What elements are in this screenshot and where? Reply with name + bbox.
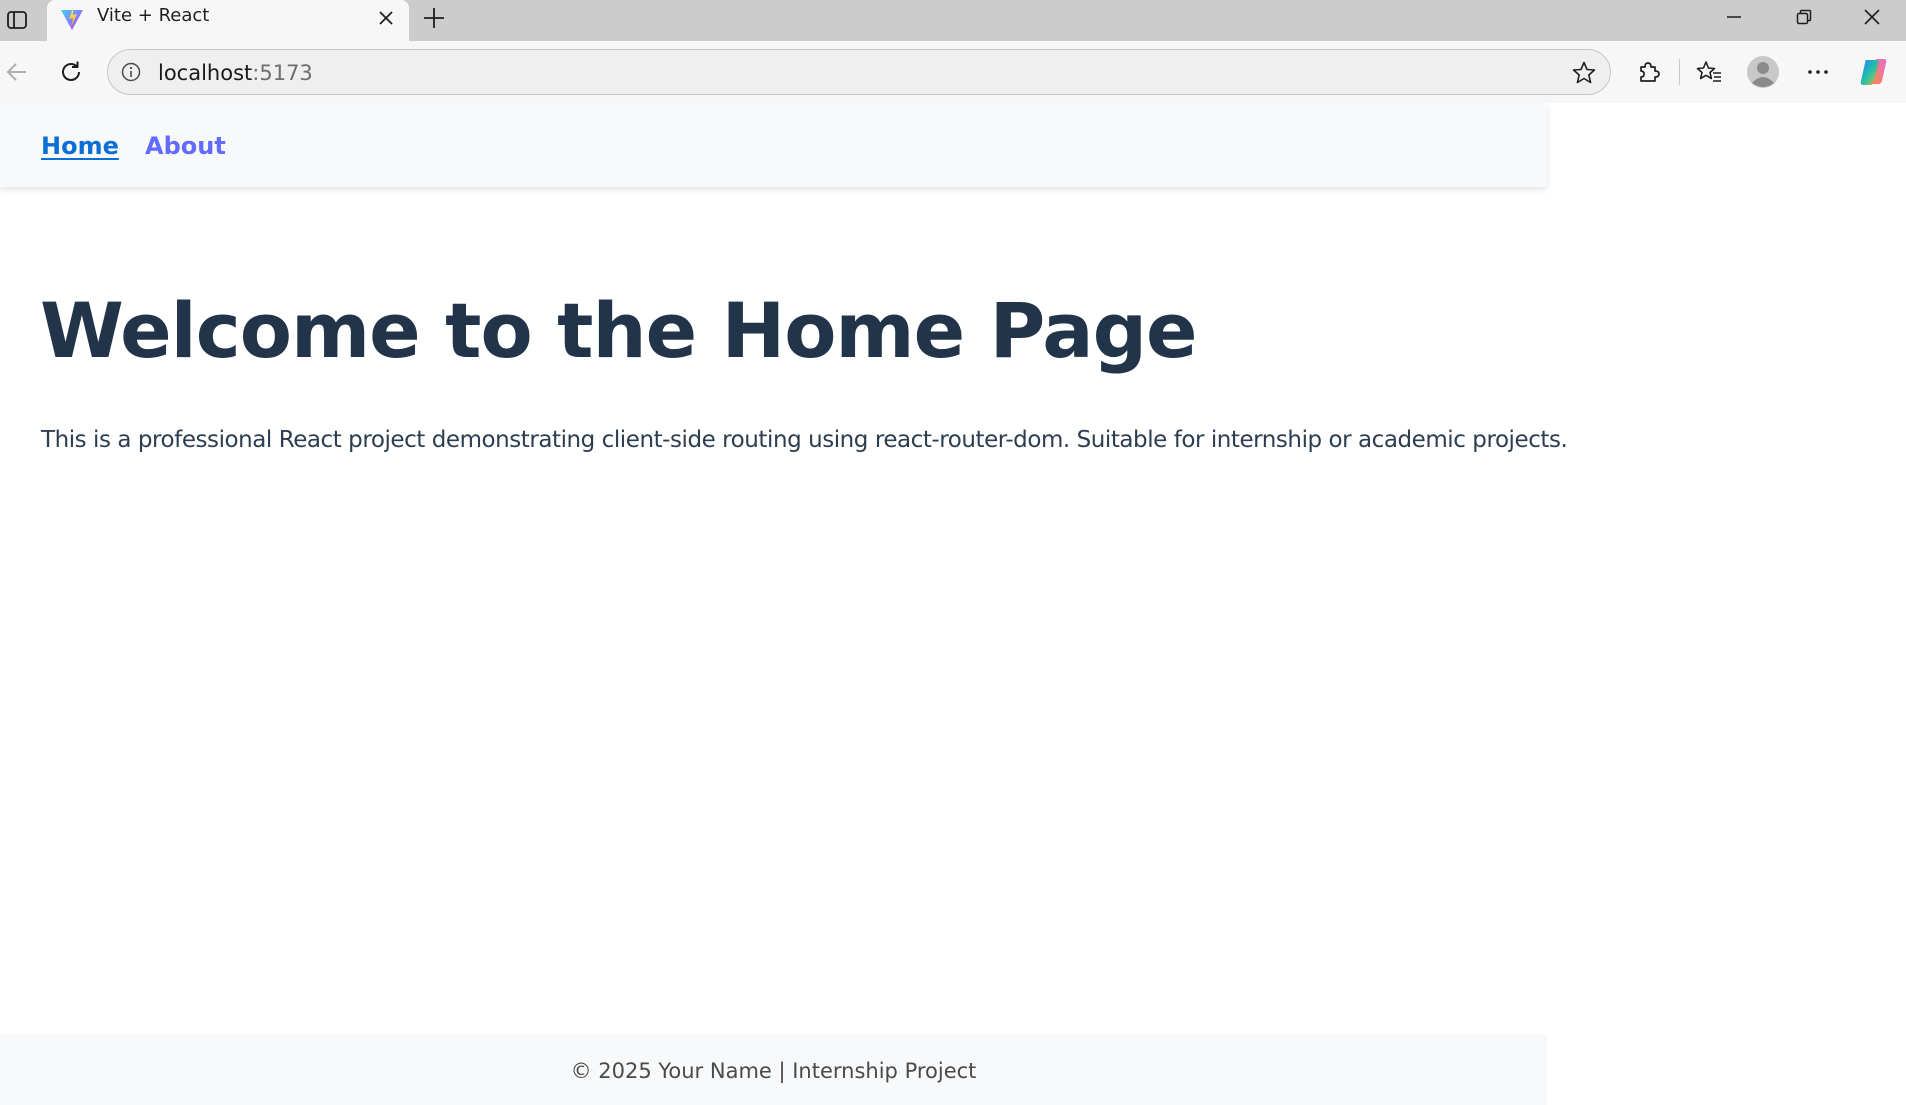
address-bar[interactable]: localhost:5173 bbox=[107, 49, 1611, 95]
more-icon[interactable] bbox=[1798, 52, 1838, 92]
close-icon[interactable] bbox=[1838, 0, 1906, 34]
vite-logo-icon bbox=[58, 5, 86, 33]
copilot-icon[interactable] bbox=[1854, 52, 1894, 92]
plus-icon[interactable] bbox=[418, 2, 450, 34]
footer-text: © 2025 Your Name | Internship Project bbox=[570, 1059, 977, 1083]
info-icon[interactable] bbox=[118, 59, 144, 85]
navbar: Home About bbox=[0, 103, 1547, 187]
address-port: :5173 bbox=[252, 61, 313, 85]
restore-icon[interactable] bbox=[1770, 0, 1838, 34]
puzzle-icon[interactable] bbox=[1628, 52, 1668, 92]
avatar-icon[interactable] bbox=[1743, 52, 1783, 92]
address-url: localhost:5173 bbox=[158, 60, 313, 86]
intro-paragraph: This is a professional React project dem… bbox=[41, 427, 1568, 453]
tab-actions-icon[interactable] bbox=[3, 6, 31, 34]
page-viewport: Home About Welcome to the Home Page This… bbox=[0, 103, 1906, 1105]
browser-toolbar: localhost:5173 bbox=[0, 41, 1906, 103]
address-host: localhost bbox=[158, 61, 253, 85]
page-title: Welcome to the Home Page bbox=[40, 286, 1198, 375]
close-icon[interactable] bbox=[373, 5, 399, 31]
favorites-icon[interactable] bbox=[1689, 52, 1729, 92]
nav-link-about[interactable]: About bbox=[145, 131, 226, 161]
nav-link-home[interactable]: Home bbox=[41, 131, 119, 161]
star-icon[interactable] bbox=[1570, 59, 1598, 87]
refresh-icon[interactable] bbox=[51, 52, 91, 92]
back-arrow-icon[interactable] bbox=[0, 52, 37, 92]
tab-title: Vite + React bbox=[97, 5, 210, 26]
browser-tabstrip: Vite + React bbox=[0, 0, 1906, 41]
minimize-icon[interactable] bbox=[1700, 0, 1768, 34]
browser-tab[interactable]: Vite + React bbox=[47, 0, 409, 41]
footer: © 2025 Your Name | Internship Project bbox=[0, 1034, 1547, 1105]
toolbar-divider bbox=[1679, 59, 1680, 85]
